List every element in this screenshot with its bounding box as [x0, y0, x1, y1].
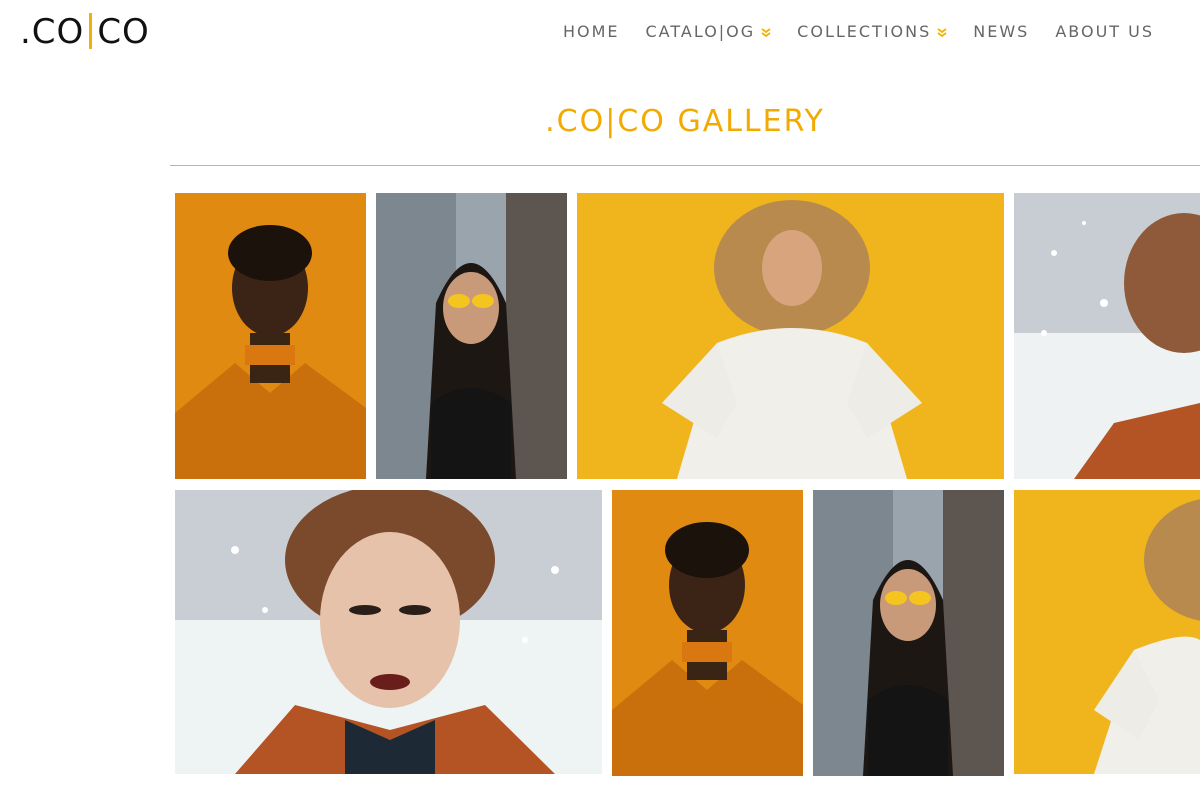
nav-about[interactable]: ABOUT US: [1055, 22, 1154, 41]
main-nav: HOME CATALO|OG COLLECTIONS NEWS ABOUT US: [563, 22, 1154, 41]
nav-collections[interactable]: COLLECTIONS: [797, 22, 947, 41]
title-divider: [170, 165, 1200, 166]
gallery-photo-1[interactable]: [175, 193, 366, 479]
portrait-curly-hair-image: [1014, 490, 1200, 774]
nav-home[interactable]: HOME: [563, 22, 620, 41]
chevron-down-icon: [937, 27, 947, 37]
nav-catalog[interactable]: CATALO|OG: [646, 22, 772, 41]
portrait-orange-jacket-image: [175, 193, 366, 479]
gallery-photo-8[interactable]: [1014, 490, 1200, 774]
chevron-down-icon: [761, 27, 771, 37]
site-logo[interactable]: .CO CO: [20, 10, 150, 54]
nav-catalog-label: CATALO|OG: [645, 22, 756, 41]
portrait-yellow-glasses-image: [376, 193, 567, 479]
gallery-photo-7[interactable]: [813, 490, 1004, 776]
portrait-snow-image: [1014, 193, 1200, 479]
nav-collections-label: COLLECTIONS: [797, 22, 932, 41]
portrait-curly-hair-image: [577, 193, 1004, 479]
page-title: .CO|CO GALLERY: [545, 104, 825, 139]
nav-about-label: ABOUT US: [1055, 22, 1154, 41]
nav-home-label: HOME: [562, 22, 620, 41]
logo-left-text: .CO: [20, 12, 85, 52]
portrait-yellow-glasses-image: [813, 490, 1004, 776]
gallery-photo-6[interactable]: [612, 490, 803, 776]
gallery-photo-3[interactable]: [577, 193, 1004, 479]
nav-news[interactable]: NEWS: [973, 22, 1029, 41]
portrait-snow-closeup-image: [175, 490, 602, 774]
portrait-orange-jacket-image: [612, 490, 803, 776]
nav-news-label: NEWS: [973, 22, 1030, 41]
logo-right-text: CO: [97, 12, 150, 52]
gallery-photo-5[interactable]: [175, 490, 602, 774]
gallery-photo-4[interactable]: [1014, 193, 1200, 479]
gallery-photo-2[interactable]: [376, 193, 567, 479]
logo-divider: [89, 13, 93, 49]
